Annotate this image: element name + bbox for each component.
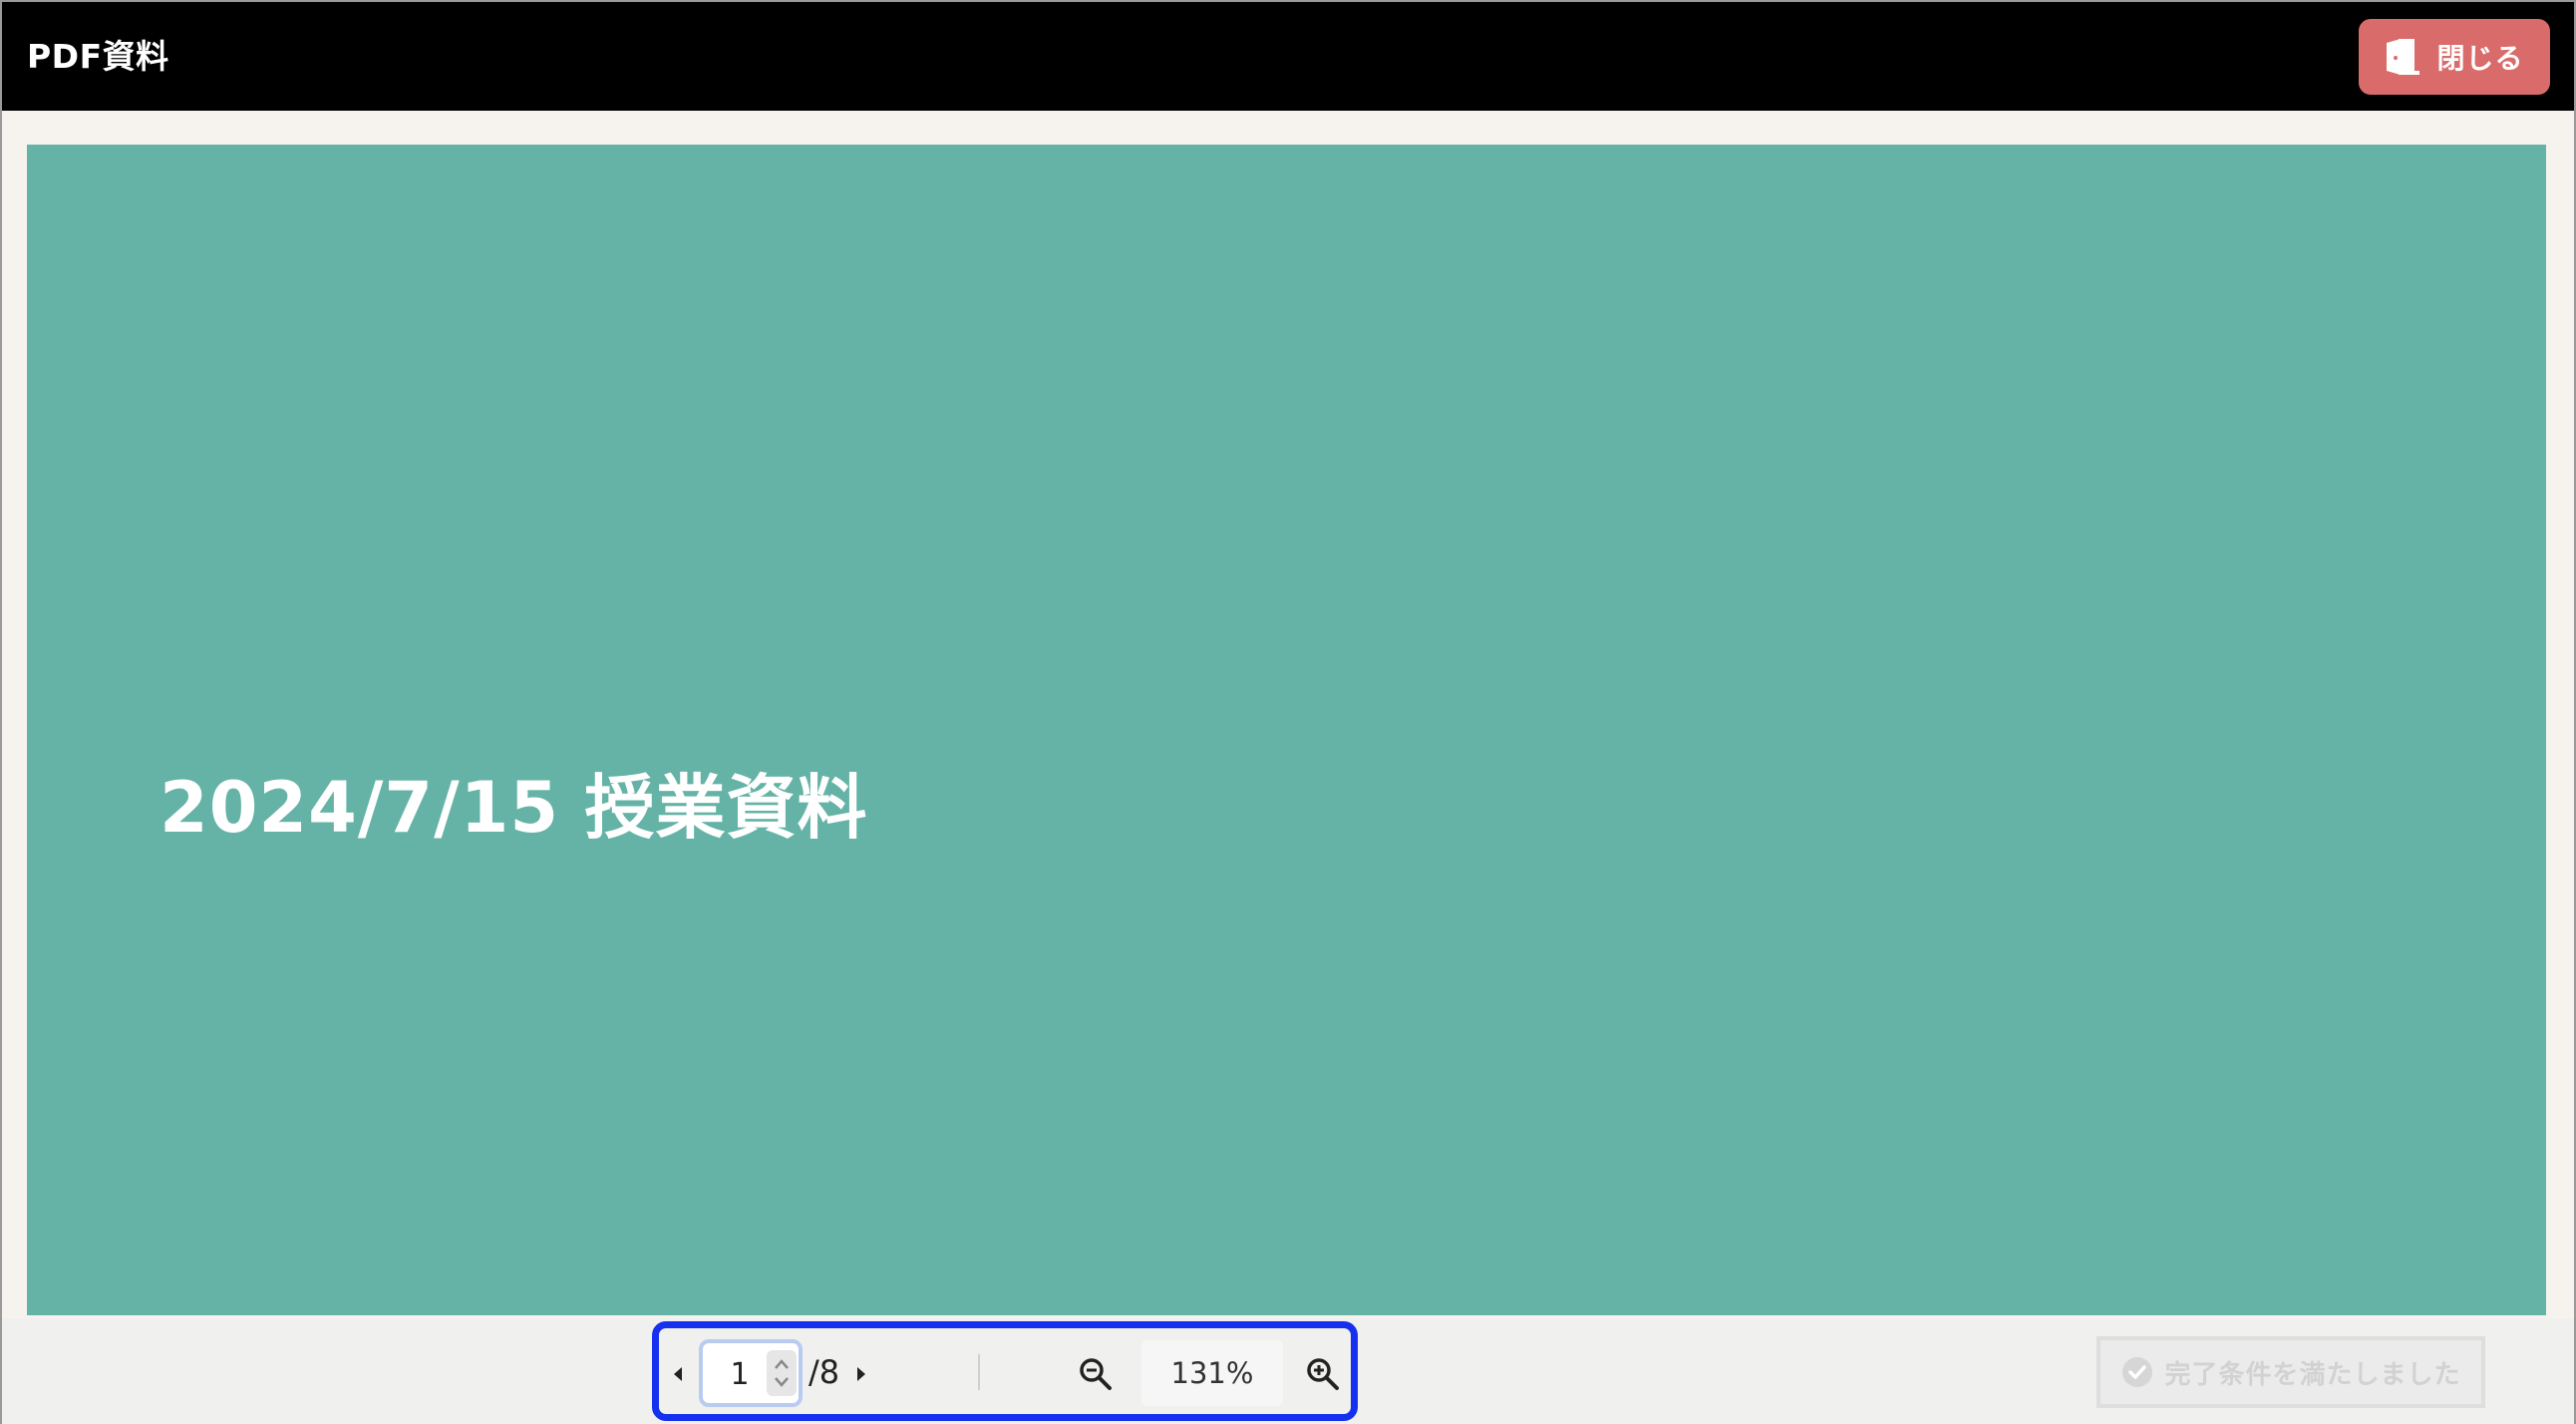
page-navigation-group: /8 131% bbox=[652, 1321, 1358, 1421]
bottom-toolbar: /8 131% bbox=[2, 1318, 2574, 1424]
zoom-out-icon bbox=[1080, 1358, 1112, 1390]
close-button[interactable]: 閉じる bbox=[2359, 19, 2550, 95]
completion-status-label: 完了条件を満たしました bbox=[2164, 1359, 2461, 1390]
pdf-page-heading: 2024/7/15 授業資料 bbox=[160, 767, 868, 849]
zoom-out-button[interactable] bbox=[1078, 1356, 1114, 1392]
header-bar: PDF資料 閉じる bbox=[2, 2, 2574, 111]
check-circle-icon bbox=[2122, 1357, 2153, 1387]
document-viewer[interactable]: 2024/7/15 授業資料 bbox=[2, 111, 2574, 1318]
close-button-label: 閉じる bbox=[2436, 42, 2524, 75]
pdf-viewer-window: PDF資料 閉じる 2024/7/15 授業資料 1 /8 131% 完了条件を… bbox=[0, 0, 2576, 1424]
page-title: PDF資料 bbox=[27, 37, 169, 76]
stepper-arrows-icon bbox=[775, 1359, 789, 1387]
page-number-stepper[interactable] bbox=[767, 1350, 797, 1396]
toolbar-divider bbox=[978, 1354, 980, 1390]
previous-page-button[interactable] bbox=[671, 1365, 685, 1383]
door-exit-icon bbox=[2387, 39, 2420, 75]
triangle-right-icon bbox=[857, 1367, 865, 1381]
zoom-in-icon bbox=[1307, 1358, 1339, 1390]
page-number-input[interactable] bbox=[717, 1349, 763, 1399]
triangle-left-icon bbox=[674, 1367, 682, 1381]
zoom-in-button[interactable] bbox=[1305, 1356, 1341, 1392]
next-page-button[interactable] bbox=[854, 1365, 868, 1383]
zoom-level-display[interactable]: 131% bbox=[1141, 1340, 1283, 1406]
page-number-field[interactable] bbox=[699, 1339, 803, 1407]
pdf-page: 2024/7/15 授業資料 bbox=[27, 145, 2546, 1315]
completion-status-button: 完了条件を満たしました bbox=[2096, 1336, 2485, 1408]
total-pages-label: /8 bbox=[808, 1353, 840, 1391]
